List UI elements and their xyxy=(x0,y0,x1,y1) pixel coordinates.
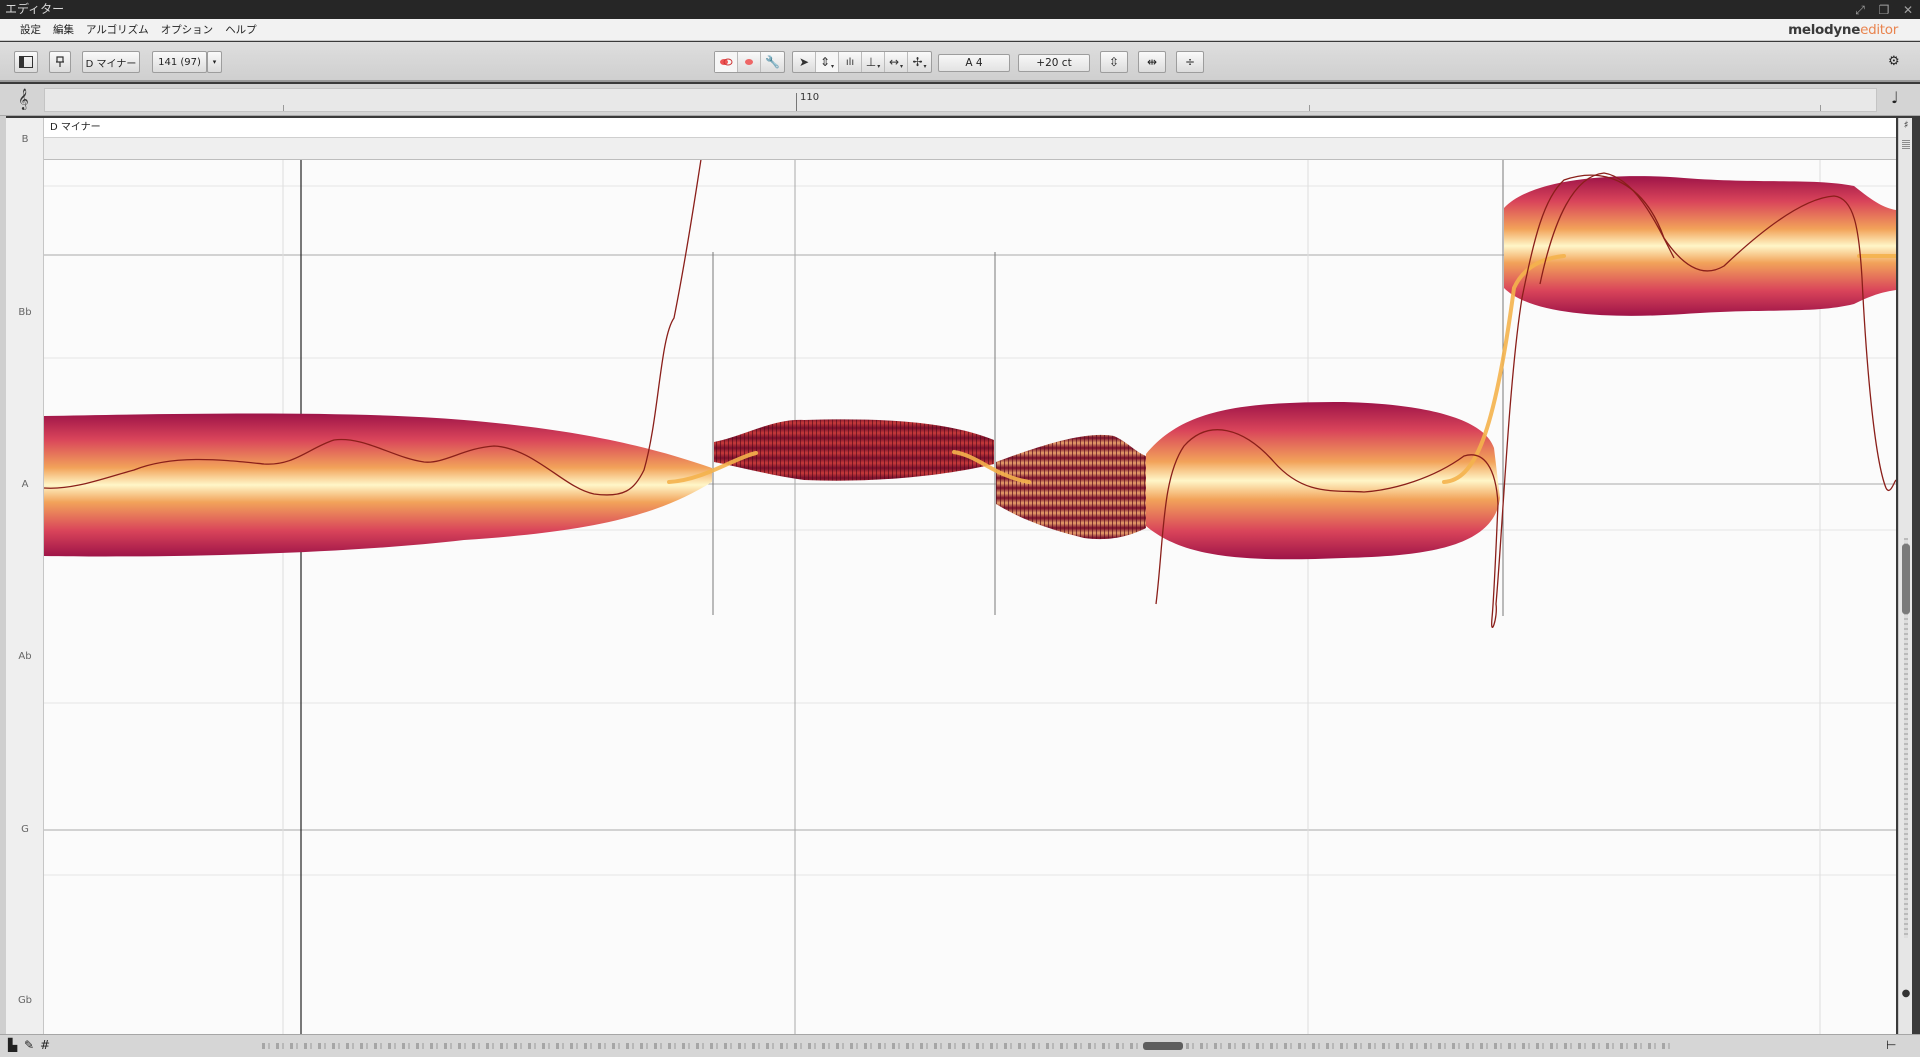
pitch-label: G xyxy=(21,824,29,835)
overview-scroll-thumb[interactable] xyxy=(1143,1042,1183,1050)
grid-icon[interactable]: # xyxy=(40,1038,50,1052)
note-blob-3[interactable] xyxy=(996,434,1146,540)
pitch-grid-icon[interactable]: ♯ xyxy=(1900,120,1912,134)
chevron-down-icon: ▾ xyxy=(923,62,927,70)
blob-canvas[interactable] xyxy=(44,118,1896,1034)
scale-lane[interactable] xyxy=(44,138,1896,160)
pitch-tool-button[interactable]: ⇕ ▾ xyxy=(816,52,839,72)
window-title: エディター xyxy=(5,2,65,16)
restore-icon[interactable]: ⤢ xyxy=(1852,2,1868,18)
zoom-thumb[interactable] xyxy=(1902,544,1910,614)
ruler-tick xyxy=(1309,105,1310,111)
stretch-button[interactable]: ⇹ xyxy=(1138,51,1166,73)
formant-tool-icon: ⊥ xyxy=(865,55,877,69)
macro-group: 🔧 xyxy=(714,51,785,73)
cents-readout[interactable]: +20 ct xyxy=(1018,54,1090,72)
brand-sub: editor xyxy=(1860,22,1898,38)
toolbar: D マイナー 141 (97) ▾ 🔧 ➤ ⇕ ▾ ılı ⊥ ▾ ↔ ▾ ✢ ▾ A … xyxy=(0,42,1920,82)
pointer-small-icon[interactable]: ▙ xyxy=(8,1038,17,1052)
pitch-label: B xyxy=(21,134,29,145)
zoom-handle-icon[interactable]: ● xyxy=(1900,988,1912,1002)
overview-waveform[interactable] xyxy=(262,1043,1670,1049)
quantize-button[interactable]: ⇳ xyxy=(1100,51,1128,73)
note-blob-1[interactable] xyxy=(44,413,712,557)
maximize-icon[interactable]: ❐ xyxy=(1876,2,1892,18)
menu-options[interactable]: オプション xyxy=(155,19,220,41)
menu-bar: 設定 編集 アルゴリズム オプション ヘルプ melodyneeditor xyxy=(0,19,1920,41)
timing-tool-button[interactable]: ↔ ▾ xyxy=(885,52,908,72)
gear-icon[interactable]: ⚙ xyxy=(1888,54,1900,69)
align-button[interactable]: ÷ xyxy=(1176,51,1204,73)
pencil-icon[interactable]: ✎ xyxy=(24,1038,34,1052)
note-blob-2[interactable] xyxy=(714,419,994,481)
title-bar: エディター ⤢ ❐ ✕ xyxy=(0,0,1920,19)
separation-tool-button[interactable]: ✢ ▾ xyxy=(908,52,931,72)
pitch-snap-button[interactable] xyxy=(715,52,738,72)
scale-lock-icon[interactable]: 𝄚 xyxy=(1900,140,1912,154)
menu-settings[interactable]: 設定 xyxy=(14,19,47,41)
pitch-ruler: B Bb A Ab G Gb xyxy=(6,118,44,1034)
ruler-tick xyxy=(1820,105,1821,111)
brand-logo: melodyneeditor xyxy=(1788,19,1898,41)
timing-tool-icon: ↔ xyxy=(888,55,900,69)
pitch-label: Bb xyxy=(18,307,32,318)
pitch-readout[interactable]: A 4 xyxy=(938,54,1010,72)
scale-header[interactable]: D マイナー xyxy=(44,118,1896,138)
pitch-label: A xyxy=(21,479,29,490)
pitch-label: Gb xyxy=(17,995,33,1006)
close-icon[interactable]: ✕ xyxy=(1900,2,1916,18)
pitch-label: Ab xyxy=(18,651,32,662)
zoom-fit-icon[interactable]: ⊢ xyxy=(1886,1038,1896,1052)
amplitude-tool-button[interactable]: ılı xyxy=(839,52,862,72)
pointer-icon: ➤ xyxy=(798,55,810,69)
pitch-tool-icon: ⇕ xyxy=(819,55,831,69)
chevron-down-icon: ▾ xyxy=(212,58,217,66)
amplitude-tool-icon: ılı xyxy=(845,56,855,68)
ruler-strip[interactable] xyxy=(44,88,1877,112)
ruler-tick-bar xyxy=(796,93,797,111)
macro-button[interactable] xyxy=(738,52,761,72)
treble-clef-icon[interactable]: 𝄞 xyxy=(18,89,29,110)
window-controls: ⤢ ❐ ✕ xyxy=(1852,0,1916,19)
timeline-ruler: 𝄞 110 ♩ xyxy=(0,84,1920,116)
brand-main: melodyne xyxy=(1788,22,1861,38)
separation-tool-icon: ✢ xyxy=(912,55,923,69)
pointer-tool-button[interactable]: ➤ xyxy=(793,52,816,72)
wrench-button[interactable]: 🔧 xyxy=(761,52,784,72)
ruler-tick xyxy=(283,105,284,111)
right-control-column: ♯ 𝄚 ● xyxy=(1898,118,1912,1034)
bottom-bar: ▙ ✎ # ⊢ xyxy=(0,1034,1920,1057)
pin-button[interactable] xyxy=(49,51,71,73)
menu-help[interactable]: ヘルプ xyxy=(219,19,263,41)
stretch-icon: ⇹ xyxy=(1146,55,1158,69)
tempo-dropdown[interactable]: ▾ xyxy=(207,51,222,73)
sidebar-toggle-button[interactable] xyxy=(14,51,38,73)
tempo-field[interactable]: 141 (97) xyxy=(152,51,207,73)
bar-number: 110 xyxy=(800,92,820,103)
menu-algorithm[interactable]: アルゴリズム xyxy=(80,19,155,41)
pin-icon xyxy=(56,56,64,67)
chevron-down-icon: ▾ xyxy=(900,62,904,70)
macro-icon xyxy=(745,59,753,65)
pitch-snap-icon xyxy=(720,58,733,66)
melodyne-editor-window: エディター ⤢ ❐ ✕ 設定 編集 アルゴリズム オプション ヘルプ melod… xyxy=(0,0,1920,1057)
tool-group: ➤ ⇕ ▾ ılı ⊥ ▾ ↔ ▾ ✢ ▾ xyxy=(792,51,932,73)
wrench-icon: 🔧 xyxy=(765,55,780,69)
note-icon[interactable]: ♩ xyxy=(1891,88,1899,107)
sidebar-toggle-icon xyxy=(19,56,33,68)
formant-tool-button[interactable]: ⊥ ▾ xyxy=(862,52,885,72)
chevron-down-icon: ▾ xyxy=(877,62,881,70)
align-icon: ÷ xyxy=(1184,55,1196,69)
scale-selector[interactable]: D マイナー xyxy=(82,51,140,73)
quantize-icon: ⇳ xyxy=(1108,55,1120,69)
menu-edit[interactable]: 編集 xyxy=(47,19,80,41)
chevron-down-icon: ▾ xyxy=(831,62,835,70)
note-editor[interactable]: D マイナー xyxy=(44,118,1896,1034)
